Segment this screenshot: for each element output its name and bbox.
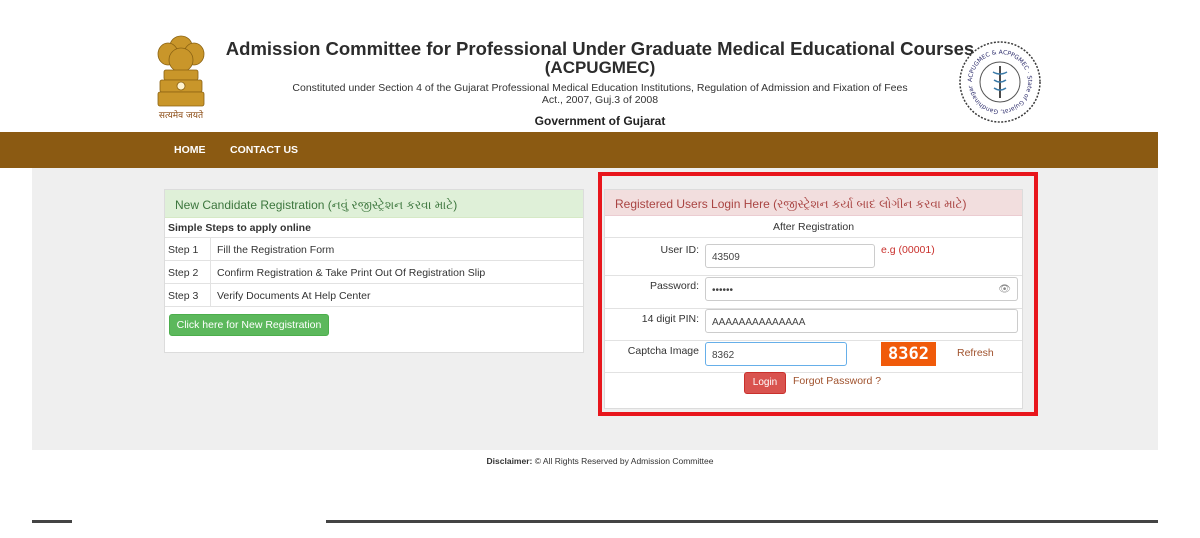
pin-label: 14 digit PIN: xyxy=(641,313,699,325)
new-registration-button[interactable]: Click here for New Registration xyxy=(169,314,329,336)
bottom-rule xyxy=(32,520,72,523)
login-heading: Registered Users Login Here (રજીસ્ટ્રેશન… xyxy=(605,190,1022,216)
page-title: Admission Committee for Professional Und… xyxy=(225,38,975,59)
new-registration-panel: New Candidate Registration (નવું રજીસ્ટ્… xyxy=(164,189,584,353)
site-header: सत्यमेव जयते Admission Committee for Pro… xyxy=(0,0,1200,132)
nav-home-link[interactable]: HOME xyxy=(174,144,206,156)
password-label: Password: xyxy=(649,280,699,292)
login-subheading: After Registration xyxy=(605,216,1022,238)
captcha-row: Captcha Image 8362 8362 Refresh xyxy=(605,341,1022,373)
top-navbar: HOME CONTACT US xyxy=(0,132,1158,168)
step-row: Step 1 Fill the Registration Form xyxy=(165,238,583,261)
userid-input[interactable]: 43509 xyxy=(705,244,875,268)
nav-contact-link[interactable]: CONTACT US xyxy=(230,144,298,156)
userid-label: User ID: xyxy=(660,244,699,256)
password-input[interactable]: •••••• 👁 xyxy=(705,277,1018,301)
password-row: Password: •••••• 👁 xyxy=(605,276,1022,309)
captcha-refresh-link[interactable]: Refresh xyxy=(957,347,994,359)
page-title-acronym: (ACPUGMEC) xyxy=(544,58,656,77)
userid-example: e.g (00001) xyxy=(881,244,935,256)
captcha-label: Captcha Image xyxy=(627,345,699,357)
forgot-password-link[interactable]: Forgot Password ? xyxy=(793,375,881,387)
login-panel: Registered Users Login Here (રજીસ્ટ્રેશન… xyxy=(604,189,1023,409)
bottom-rule xyxy=(326,520,1158,523)
footer-disclaimer: Disclaimer: © All Rights Reserved by Adm… xyxy=(486,456,714,466)
login-button[interactable]: Login xyxy=(744,372,786,394)
pin-row: 14 digit PIN: AAAAAAAAAAAAAA xyxy=(605,309,1022,341)
new-registration-heading: New Candidate Registration (નવું રજીસ્ટ્… xyxy=(165,190,583,218)
step-row: Step 3 Verify Documents At Help Center xyxy=(165,284,583,307)
steps-title: Simple Steps to apply online xyxy=(165,218,583,238)
captcha-input[interactable]: 8362 xyxy=(705,342,847,366)
government-label: Government of Gujarat xyxy=(534,114,666,128)
acpugmec-seal-icon: ACPUGMEC & ACPPGMEC · State of Gujarat, … xyxy=(959,41,1041,123)
step-row: Step 2 Confirm Registration & Take Print… xyxy=(165,261,583,284)
pin-input[interactable]: AAAAAAAAAAAAAA xyxy=(705,309,1018,333)
userid-row: User ID: 43509 e.g (00001) xyxy=(605,238,1022,276)
eye-icon[interactable]: 👁 xyxy=(998,284,1011,295)
captcha-image: 8362 xyxy=(881,342,936,366)
page-subtitle: Constituted under Section 4 of the Gujar… xyxy=(292,82,908,106)
